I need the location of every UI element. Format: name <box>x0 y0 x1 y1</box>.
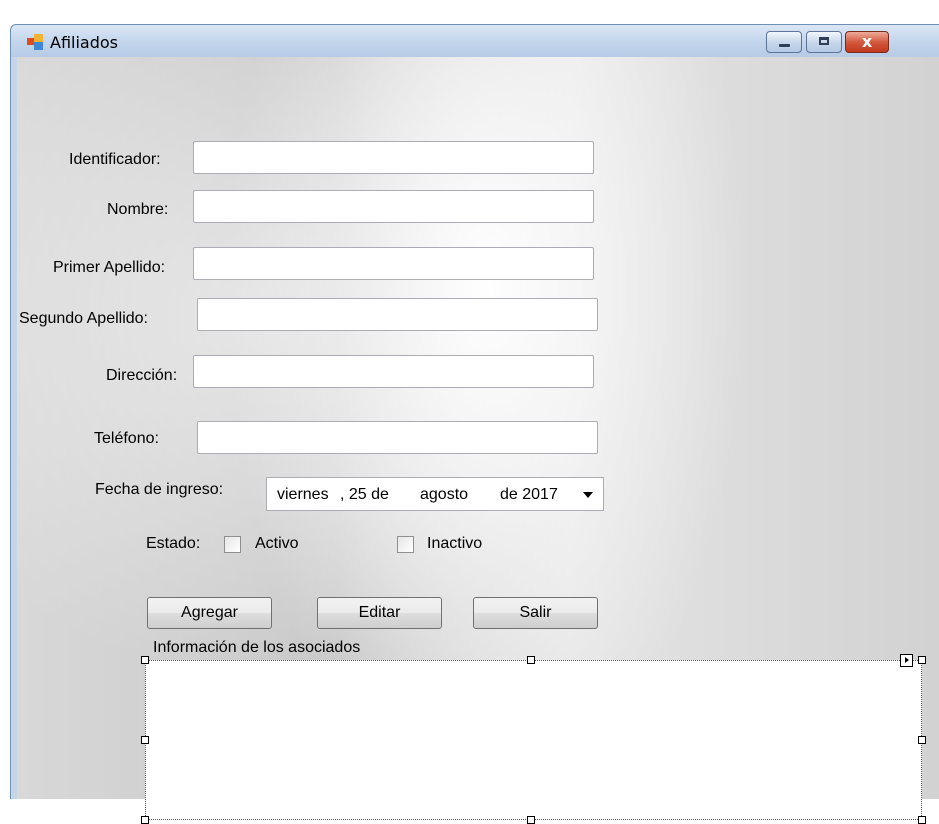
date-day: , 25 de <box>340 486 389 503</box>
date-year: de 2017 <box>500 486 558 503</box>
fecha-ingreso-datepicker[interactable]: viernes , 25 de agosto de 2017 <box>266 477 604 511</box>
nombre-input[interactable] <box>193 190 594 223</box>
chevron-down-icon[interactable] <box>583 492 593 498</box>
primer-apellido-label: Primer Apellido: <box>53 259 166 276</box>
resize-handle-bottom-right[interactable] <box>918 816 926 824</box>
minimize-icon <box>779 44 790 47</box>
resize-handle-right[interactable] <box>918 736 926 744</box>
telefono-label: Teléfono: <box>94 430 159 447</box>
date-month: agosto <box>420 486 469 503</box>
identificador-label: Identificador: <box>69 151 161 168</box>
resize-handle-top-right[interactable] <box>918 656 926 664</box>
activo-checkbox[interactable] <box>224 536 241 553</box>
nombre-label: Nombre: <box>107 201 169 218</box>
window-title: Afiliados <box>50 33 118 52</box>
afiliados-window: Afiliados x Identificador: Nombre: Prime… <box>10 24 939 824</box>
date-weekday: viernes <box>277 486 329 503</box>
resize-handle-left[interactable] <box>141 736 149 744</box>
grid-caption: Información de los asociados <box>153 639 361 656</box>
estado-label: Estado: <box>146 535 201 552</box>
smart-tag-button[interactable] <box>900 654 913 667</box>
close-icon: x <box>861 32 873 51</box>
primer-apellido-input[interactable] <box>193 247 594 280</box>
title-bar[interactable]: Afiliados x <box>11 25 939 57</box>
agregar-button[interactable]: Agregar <box>147 597 272 629</box>
activo-label[interactable]: Activo <box>255 535 299 553</box>
maximize-button[interactable] <box>806 31 842 53</box>
resize-handle-bottom[interactable] <box>527 816 535 824</box>
direccion-input[interactable] <box>193 355 594 388</box>
resize-handle-top[interactable] <box>527 656 535 664</box>
maximize-icon <box>819 37 829 45</box>
close-button[interactable]: x <box>845 31 889 53</box>
resize-handle-top-left[interactable] <box>141 656 149 664</box>
identificador-input[interactable] <box>193 141 594 174</box>
inactivo-checkbox[interactable] <box>397 536 414 553</box>
editar-button[interactable]: Editar <box>317 597 442 629</box>
segundo-apellido-label: Segundo Apellido: <box>19 310 148 327</box>
direccion-label: Dirección: <box>106 367 178 384</box>
salir-button[interactable]: Salir <box>473 597 598 629</box>
fecha-ingreso-label: Fecha de ingreso: <box>95 481 224 498</box>
asociados-datagrid[interactable] <box>145 660 922 820</box>
app-form-icon <box>27 34 43 50</box>
minimize-button[interactable] <box>766 31 802 53</box>
segundo-apellido-input[interactable] <box>197 298 598 331</box>
form-client-area: Identificador: Nombre: Primer Apellido: … <box>17 57 939 824</box>
resize-handle-bottom-left[interactable] <box>141 816 149 824</box>
play-arrow-icon <box>905 657 909 663</box>
telefono-input[interactable] <box>197 421 598 454</box>
inactivo-label[interactable]: Inactivo <box>427 535 482 553</box>
